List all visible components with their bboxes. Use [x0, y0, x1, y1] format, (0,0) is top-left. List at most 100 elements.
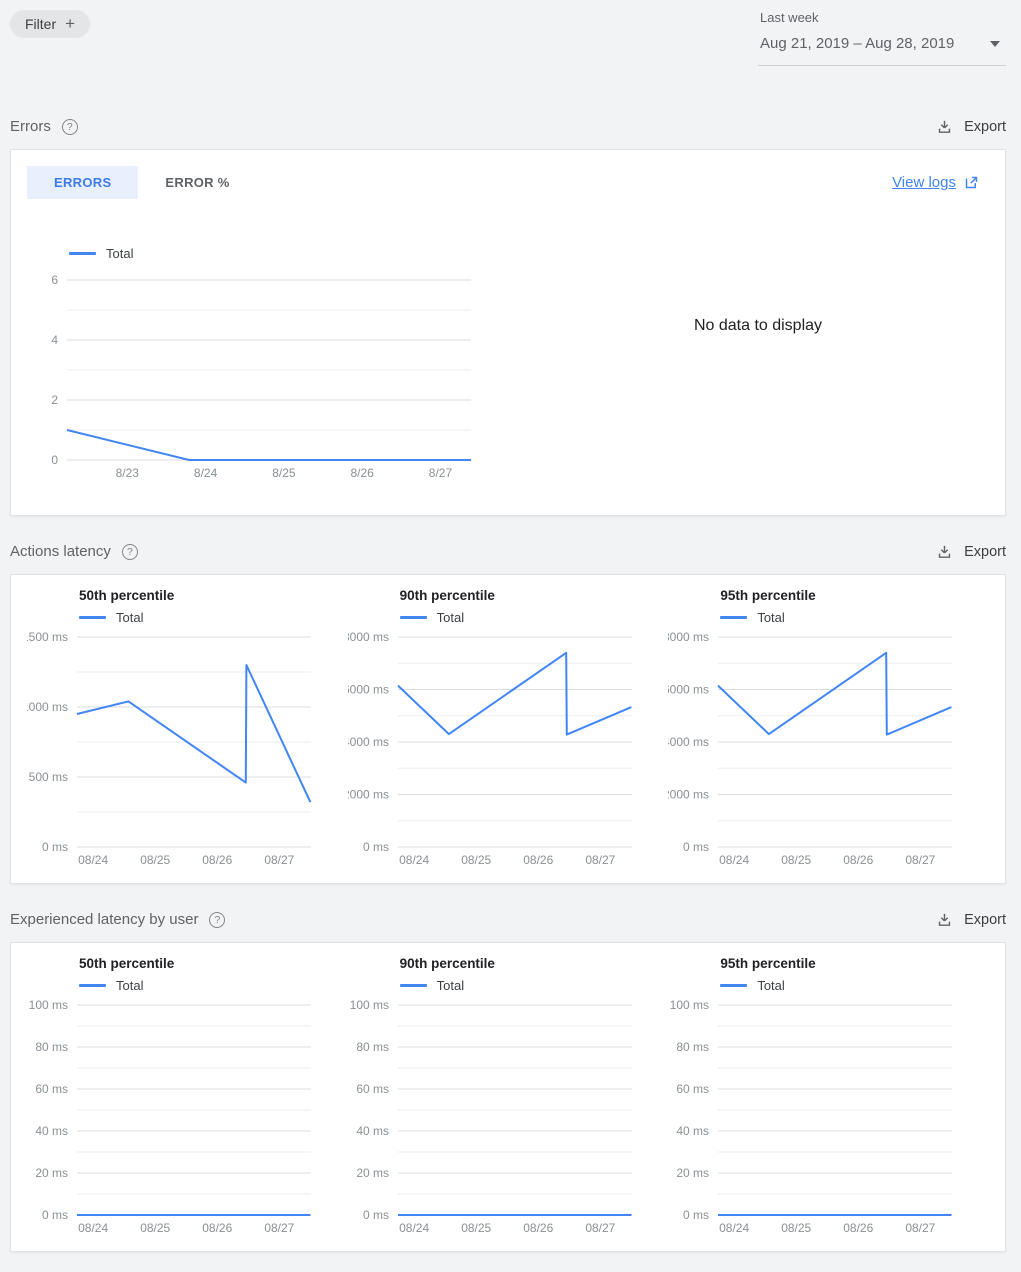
chart-legend: Total	[400, 978, 669, 993]
actions-latency-section-header: Actions latency ? Export	[10, 543, 1006, 560]
line-chart: 0 ms500 ms1000 ms1500 ms08/2408/2508/260…	[27, 627, 343, 873]
errors-section-title: Errors	[10, 118, 51, 135]
legend-label: Total	[437, 978, 464, 993]
external-link-icon	[964, 175, 979, 190]
svg-text:08/26: 08/26	[523, 853, 553, 867]
export-label: Export	[964, 912, 1006, 928]
legend-line-icon	[79, 984, 106, 987]
legend-label: Total	[106, 246, 133, 261]
legend-line-icon	[720, 984, 747, 987]
view-logs-link[interactable]: View logs	[892, 174, 979, 191]
actions-latency-p95-chart: 95th percentile Total 0 ms2000 ms4000 ms…	[668, 588, 989, 878]
svg-text:0 ms: 0 ms	[42, 840, 68, 854]
legend-line-icon	[79, 616, 106, 619]
svg-text:0 ms: 0 ms	[683, 840, 709, 854]
legend-line-icon	[69, 252, 96, 255]
download-icon	[936, 911, 953, 928]
svg-text:2000 ms: 2000 ms	[348, 788, 389, 802]
svg-text:60 ms: 60 ms	[677, 1082, 710, 1096]
date-range-preset-label: Last week	[758, 10, 1006, 25]
actions-latency-p50-chart: 50th percentile Total 0 ms500 ms1000 ms1…	[27, 588, 348, 878]
errors-tabs-row: ERRORS ERROR % View logs	[27, 166, 989, 199]
experienced-latency-export-button[interactable]: Export	[936, 911, 1006, 928]
svg-text:60 ms: 60 ms	[356, 1082, 389, 1096]
legend-line-icon	[400, 616, 427, 619]
svg-text:6000 ms: 6000 ms	[668, 683, 709, 697]
actions-latency-export-button[interactable]: Export	[936, 543, 1006, 560]
svg-text:0 ms: 0 ms	[42, 1208, 68, 1222]
svg-text:08/27: 08/27	[264, 853, 294, 867]
caret-down-icon	[990, 41, 1000, 47]
chart-title: 90th percentile	[400, 956, 669, 971]
svg-text:6: 6	[51, 273, 58, 287]
line-chart: 0 ms2000 ms4000 ms6000 ms8000 ms08/2408/…	[668, 627, 984, 873]
chart-title: 95th percentile	[720, 956, 989, 971]
tab-errors[interactable]: ERRORS	[27, 166, 138, 199]
download-icon	[936, 543, 953, 560]
actions-latency-chart-grid: 50th percentile Total 0 ms500 ms1000 ms1…	[11, 575, 1005, 883]
svg-text:20 ms: 20 ms	[356, 1166, 389, 1180]
top-bar: Filter + Last week Aug 21, 2019 – Aug 28…	[10, 10, 1006, 66]
experienced-latency-card: 50th percentile Total 0 ms20 ms40 ms60 m…	[10, 942, 1006, 1252]
date-range-select[interactable]: Aug 21, 2019 – Aug 28, 2019	[758, 25, 1006, 66]
experienced-latency-chart-grid: 50th percentile Total 0 ms20 ms40 ms60 m…	[11, 943, 1005, 1251]
svg-text:08/26: 08/26	[202, 1221, 232, 1235]
errors-section-header: Errors ? Export	[10, 118, 1006, 135]
date-range-block: Last week Aug 21, 2019 – Aug 28, 2019	[758, 10, 1006, 66]
chart-legend: Total	[69, 246, 527, 261]
svg-text:08/26: 08/26	[202, 853, 232, 867]
svg-text:100 ms: 100 ms	[29, 998, 68, 1012]
help-icon[interactable]: ?	[209, 912, 225, 928]
legend-label: Total	[116, 978, 143, 993]
svg-text:60 ms: 60 ms	[35, 1082, 68, 1096]
line-chart: 0 ms20 ms40 ms60 ms80 ms100 ms08/2408/25…	[348, 995, 664, 1241]
plus-icon: +	[65, 17, 75, 31]
svg-text:08/25: 08/25	[461, 1221, 491, 1235]
svg-text:08/25: 08/25	[782, 1221, 812, 1235]
filter-button[interactable]: Filter +	[10, 10, 90, 38]
svg-text:8000 ms: 8000 ms	[348, 630, 389, 644]
svg-text:100 ms: 100 ms	[670, 998, 709, 1012]
view-logs-label: View logs	[892, 174, 956, 191]
experienced-latency-title: Experienced latency by user	[10, 911, 198, 928]
tab-error-percent[interactable]: ERROR %	[138, 166, 256, 199]
svg-text:8/25: 8/25	[272, 466, 296, 480]
errors-tabs: ERRORS ERROR %	[27, 166, 257, 199]
chart-legend: Total	[720, 610, 989, 625]
svg-text:8/27: 8/27	[429, 466, 453, 480]
svg-text:8/26: 8/26	[350, 466, 374, 480]
svg-text:20 ms: 20 ms	[677, 1166, 710, 1180]
svg-text:08/27: 08/27	[585, 1221, 615, 1235]
help-icon[interactable]: ?	[62, 119, 78, 135]
chart-legend: Total	[400, 610, 669, 625]
svg-text:0 ms: 0 ms	[683, 1208, 709, 1222]
svg-text:08/27: 08/27	[906, 853, 936, 867]
export-label: Export	[964, 544, 1006, 560]
svg-text:08/25: 08/25	[782, 853, 812, 867]
svg-text:4000 ms: 4000 ms	[348, 735, 389, 749]
errors-export-button[interactable]: Export	[936, 118, 1006, 135]
experienced-latency-p90-chart: 90th percentile Total 0 ms20 ms40 ms60 m…	[348, 956, 669, 1246]
errors-card-body: Total 02468/238/248/258/268/27 No data t…	[27, 199, 989, 499]
svg-text:08/24: 08/24	[78, 853, 108, 867]
export-label: Export	[964, 119, 1006, 135]
svg-text:40 ms: 40 ms	[35, 1124, 68, 1138]
download-icon	[936, 118, 953, 135]
legend-line-icon	[400, 984, 427, 987]
svg-text:08/27: 08/27	[906, 1221, 936, 1235]
svg-text:0 ms: 0 ms	[363, 840, 389, 854]
errors-card: ERRORS ERROR % View logs Total 02468/238…	[10, 149, 1006, 516]
svg-text:80 ms: 80 ms	[677, 1040, 710, 1054]
svg-text:20 ms: 20 ms	[35, 1166, 68, 1180]
actions-latency-p90-chart: 90th percentile Total 0 ms 2000 ms 4000 ms…	[348, 588, 669, 878]
help-icon[interactable]: ?	[122, 544, 138, 560]
chart-title: 90th percentile	[400, 588, 669, 603]
svg-text:08/27: 08/27	[585, 853, 615, 867]
chart-legend: Total	[720, 978, 989, 993]
no-data-message: No data to display	[527, 199, 989, 499]
chart-legend: Total	[79, 610, 348, 625]
experienced-latency-p95-chart: 95th percentile Total 0 ms20 ms40 ms60 m…	[668, 956, 989, 1246]
svg-text:2000 ms: 2000 ms	[668, 788, 709, 802]
svg-text:08/26: 08/26	[844, 853, 874, 867]
line-chart: 0 ms20 ms40 ms60 ms80 ms100 ms08/2408/25…	[27, 995, 343, 1241]
